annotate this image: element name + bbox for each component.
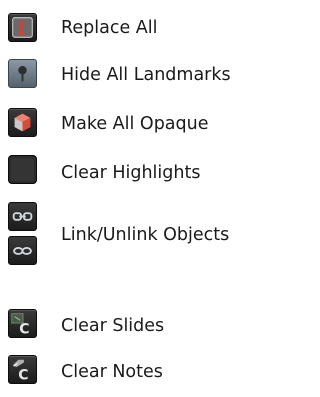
menu-item-label: Hide All Landmarks — [61, 65, 231, 85]
link-icon — [8, 202, 37, 231]
menu-item-clear-highlights[interactable]: Clear Highlights — [0, 150, 258, 190]
menu-item-hide-all-landmarks[interactable]: Hide All Landmarks — [0, 55, 258, 93]
menu-item-label: Make All Opaque — [61, 114, 209, 134]
clear-slides-icon: C — [8, 309, 37, 338]
menu-item-clear-notes[interactable]: C Clear Notes — [0, 352, 258, 390]
svg-text:C: C — [18, 367, 28, 383]
menu-item-label: Clear Slides — [61, 316, 165, 336]
menu-item-label: Clear Highlights — [61, 163, 201, 183]
clear-highlights-icon — [8, 155, 37, 184]
clear-notes-icon: C — [8, 355, 37, 384]
menu-item-label: Replace All — [61, 18, 158, 38]
replace-all-icon — [8, 13, 37, 42]
menu-item-clear-slides[interactable]: C Clear Slides — [0, 306, 258, 346]
menu-item-label: Clear Notes — [61, 362, 163, 382]
context-menu: Replace All Hide All Landmarks Make All … — [0, 0, 258, 397]
svg-text:C: C — [19, 321, 29, 337]
menu-item-make-all-opaque[interactable]: Make All Opaque — [0, 104, 258, 142]
unlink-icon — [8, 236, 37, 265]
menu-item-replace-all[interactable]: Replace All — [0, 10, 258, 45]
menu-item-link-unlink-objects[interactable]: Link/Unlink Objects — [0, 200, 258, 272]
landmark-pin-icon — [8, 59, 37, 88]
link-unlink-icon — [8, 202, 37, 266]
menu-item-label: Link/Unlink Objects — [61, 225, 230, 245]
opaque-cube-icon — [8, 108, 37, 137]
